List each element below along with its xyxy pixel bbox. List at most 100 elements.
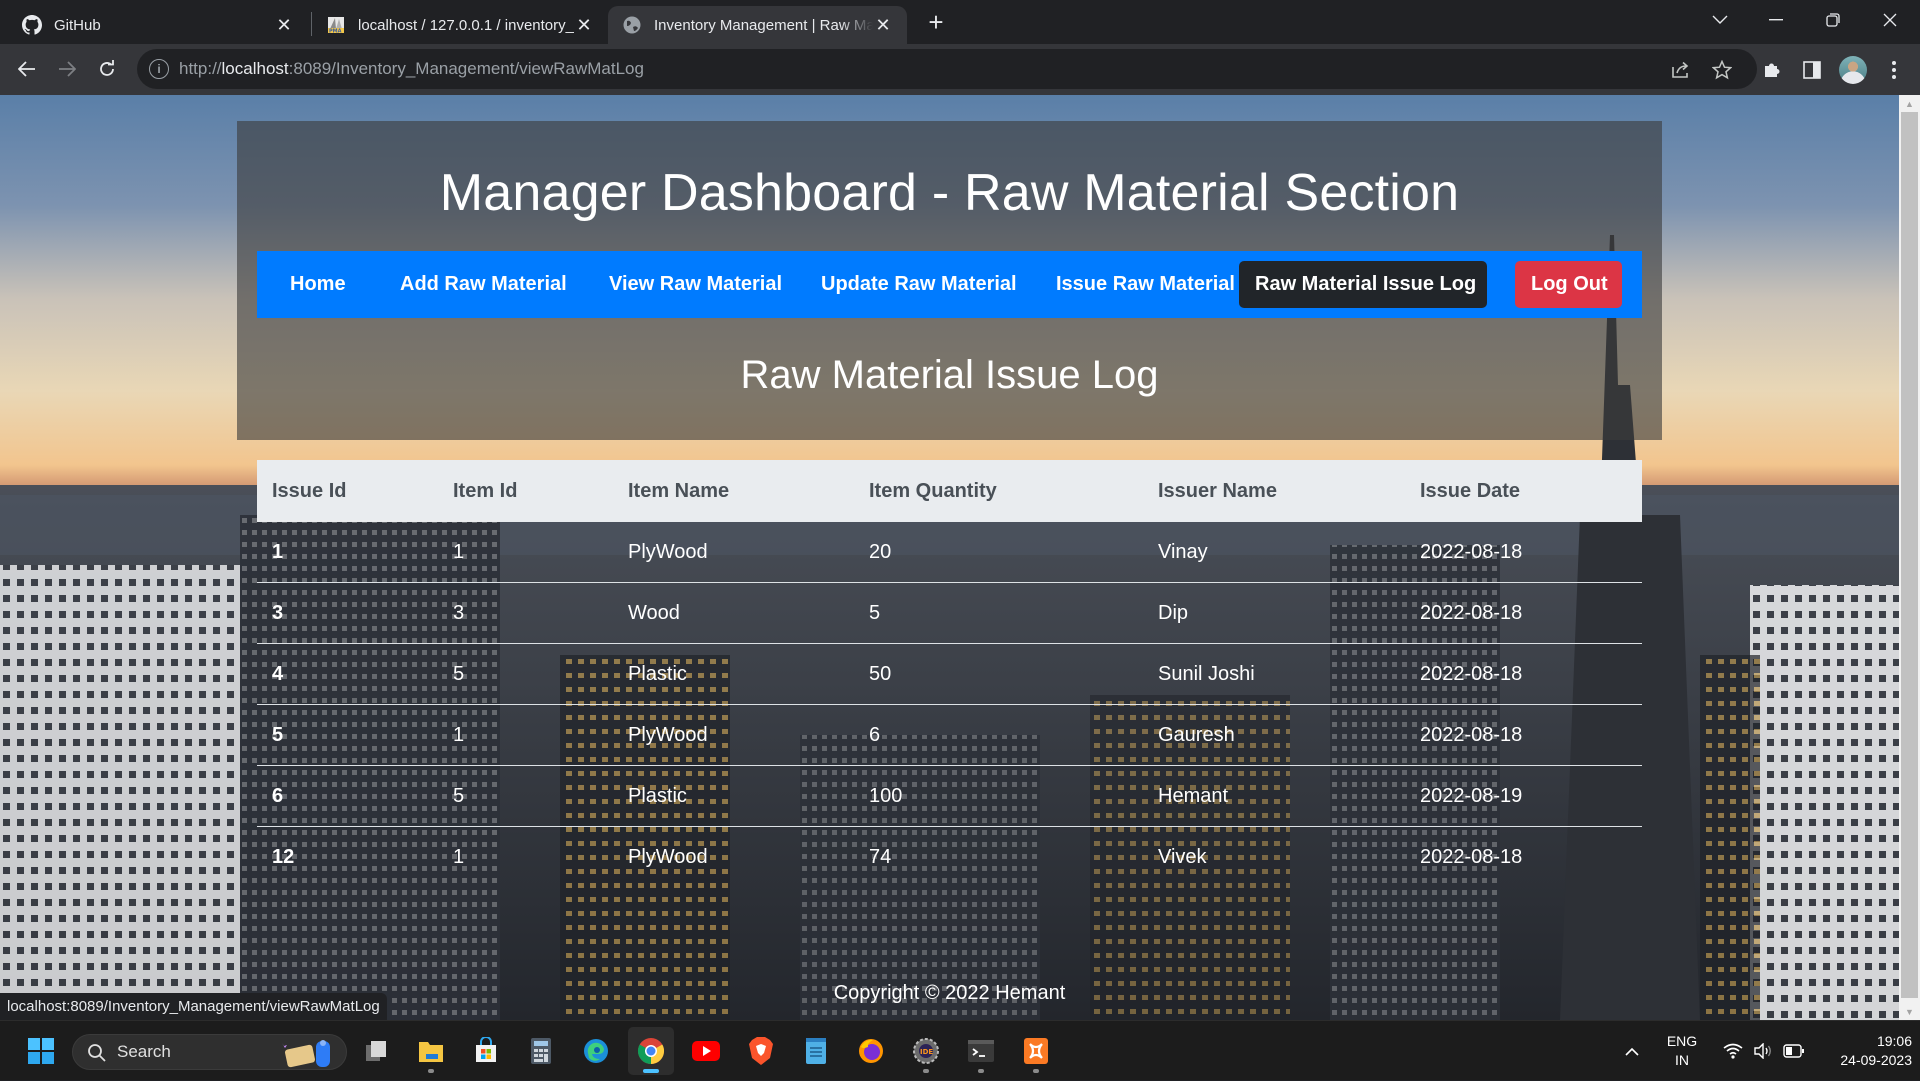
taskbar-terminal[interactable] — [958, 1027, 1004, 1075]
language-indicator[interactable]: ENG IN — [1656, 1021, 1708, 1081]
table-row: 6 5 Plastic 100 Hemant 2022-08-19 — [257, 766, 1642, 827]
new-tab-button[interactable]: + — [920, 6, 952, 38]
svg-text:IDE: IDE — [920, 1048, 933, 1056]
volume-icon — [1754, 1043, 1771, 1059]
cell-issue-date: 2022-08-19 — [1420, 785, 1523, 807]
tab-github[interactable]: GitHub ✕ — [8, 6, 308, 44]
tab-inventory-management[interactable]: Inventory Management | Raw Ma ✕ — [608, 6, 907, 44]
taskbar-youtube[interactable] — [683, 1027, 729, 1075]
start-button[interactable] — [18, 1027, 64, 1075]
browser-tab-strip: GitHub ✕ PMA localhost / 127.0.0.1 / inv… — [0, 0, 1920, 44]
github-icon — [22, 15, 42, 35]
cell-issue-id: 6 — [272, 785, 284, 807]
profile-avatar[interactable] — [1839, 56, 1867, 84]
cell-issue-date: 2022-08-18 — [1420, 846, 1523, 868]
address-bar[interactable]: i http://localhost:8089/Inventory_Manage… — [137, 49, 1757, 89]
tab-close-icon[interactable]: ✕ — [274, 15, 294, 36]
cell-item-name: Wood — [628, 602, 680, 624]
taskbar-firefox[interactable] — [848, 1027, 894, 1075]
clock-time: 19:06 — [1876, 1033, 1912, 1049]
tray-overflow-chevron-icon[interactable] — [1618, 1021, 1646, 1081]
link-status-bubble: localhost:8089/Inventory_Management/view… — [0, 993, 387, 1020]
close-window-button[interactable] — [1862, 0, 1918, 40]
cell-issue-id: 12 — [272, 846, 295, 868]
site-info-icon[interactable]: i — [149, 59, 169, 79]
nav-raw-material-issue-log[interactable]: Raw Material Issue Log — [1239, 261, 1487, 308]
globe-icon — [622, 15, 642, 35]
taskbar-eclipse-ide[interactable]: IDE — [903, 1027, 949, 1075]
table-row: 5 1 PlyWood 6 Gauresh 2022-08-18 — [257, 705, 1642, 766]
tab-phpmyadmin[interactable]: PMA localhost / 127.0.0.1 / inventory_r … — [312, 6, 608, 44]
search-label: Search — [117, 1042, 171, 1061]
scroll-up-arrow-icon[interactable]: ▲ — [1899, 95, 1920, 112]
clock[interactable]: 19:06 24-09-2023 — [1812, 1021, 1912, 1081]
taskbar-task-view[interactable] — [353, 1027, 399, 1075]
taskbar-search[interactable]: Search — [72, 1034, 347, 1070]
taskbar-edge[interactable] — [573, 1027, 619, 1075]
logout-button[interactable]: Log Out — [1515, 261, 1622, 308]
taskbar-calculator[interactable] — [518, 1027, 564, 1075]
cell-issuer-name: Hemant — [1158, 785, 1229, 807]
page-title: Manager Dashboard - Raw Material Section — [439, 164, 1460, 222]
reload-icon — [100, 60, 114, 76]
nav-home[interactable]: Home — [274, 261, 362, 308]
taskbar-file-explorer[interactable] — [408, 1027, 454, 1075]
cell-issue-date: 2022-08-18 — [1420, 663, 1523, 685]
cell-item-name: Plastic — [628, 785, 687, 807]
table-body: 1 1 PlyWood 20 Vinay 2022-08-18 3 3 Wood 5 Dip 2022… — [257, 522, 1642, 888]
cell-issue-date: 2022-08-18 — [1420, 541, 1523, 563]
col-item-name[interactable]: Item Name — [628, 480, 729, 503]
col-item-id[interactable]: Item Id — [453, 480, 517, 503]
address-url[interactable]: http://localhost:8089/Inventory_Manageme… — [179, 49, 644, 89]
reload-button[interactable] — [92, 54, 122, 84]
table-row: 4 5 Plastic 50 Sunil Joshi 2022-08-18 — [257, 644, 1642, 705]
tab-title: GitHub — [54, 16, 101, 34]
tab-close-icon[interactable]: ✕ — [873, 15, 893, 36]
cell-issue-date: 2022-08-18 — [1420, 602, 1523, 624]
tab-title: localhost / 127.0.0.1 / inventory_r — [358, 16, 574, 34]
region-code: IN — [1675, 1052, 1689, 1068]
nav-add-raw-material[interactable]: Add Raw Material — [384, 261, 583, 308]
page-viewport: Manager Dashboard - Raw Material Section… — [0, 95, 1899, 1020]
system-tray-icons[interactable] — [1714, 1021, 1814, 1081]
cell-issue-date: 2022-08-18 — [1420, 724, 1523, 746]
nav-view-raw-material[interactable]: View Raw Material — [593, 261, 798, 308]
svg-text:PMA: PMA — [329, 29, 342, 35]
taskbar-notepad[interactable] — [793, 1027, 839, 1075]
language-code: ENG — [1666, 1033, 1698, 1049]
extensions-puzzle-icon[interactable] — [1758, 56, 1786, 84]
menu-kebab-icon[interactable] — [1880, 56, 1908, 84]
share-icon[interactable] — [1669, 58, 1693, 82]
taskbar-brave[interactable] — [738, 1027, 784, 1075]
tab-close-icon[interactable]: ✕ — [574, 15, 594, 36]
scroll-down-arrow-icon[interactable]: ▼ — [1899, 1003, 1920, 1020]
taskbar-chrome[interactable] — [628, 1027, 674, 1075]
cell-item-name: PlyWood — [628, 541, 708, 563]
nav-issue-raw-material[interactable]: Issue Raw Material — [1040, 261, 1251, 308]
bookmark-star-icon[interactable] — [1710, 58, 1734, 82]
clock-date: 24-09-2023 — [1840, 1052, 1912, 1068]
forward-arrow-icon — [59, 61, 76, 77]
scroll-thumb[interactable] — [1901, 112, 1918, 998]
back-arrow-icon — [18, 61, 35, 77]
minimize-button[interactable] — [1748, 0, 1804, 40]
restore-button[interactable] — [1805, 0, 1861, 40]
forward-button[interactable] — [52, 54, 82, 84]
section-title: Raw Material Issue Log — [740, 353, 1159, 397]
wifi-icon — [1723, 1043, 1743, 1059]
cell-item-quantity: 20 — [869, 541, 892, 563]
page-scrollbar[interactable]: ▲ ▼ — [1899, 95, 1920, 1020]
col-item-quantity[interactable]: Item Quantity — [869, 480, 997, 503]
taskbar-microsoft-store[interactable] — [463, 1027, 509, 1075]
cell-item-name: PlyWood — [628, 724, 708, 746]
cell-item-id: 5 — [453, 663, 465, 685]
side-panel-icon[interactable] — [1798, 56, 1826, 84]
col-issuer-name[interactable]: Issuer Name — [1158, 480, 1277, 503]
taskbar-xampp[interactable] — [1013, 1027, 1059, 1075]
nav-update-raw-material[interactable]: Update Raw Material — [805, 261, 1033, 308]
back-button[interactable] — [12, 54, 42, 84]
col-issue-id[interactable]: Issue Id — [272, 480, 346, 503]
tab-search-chevron-icon[interactable] — [1692, 0, 1748, 40]
phpmyadmin-icon: PMA — [326, 15, 346, 35]
col-issue-date[interactable]: Issue Date — [1420, 480, 1520, 503]
